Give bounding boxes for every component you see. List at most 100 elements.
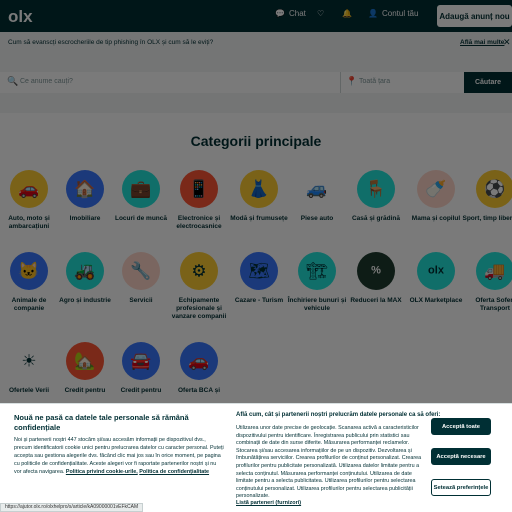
tractor-icon: 🚜 bbox=[66, 252, 104, 290]
chair-icon: 🪑 bbox=[357, 170, 395, 208]
account-link[interactable]: 👤 Contul tău bbox=[368, 9, 418, 18]
stroller-icon: 🍼 bbox=[417, 170, 455, 208]
cookie-title: Nouă ne pasă ca datele tale personale să… bbox=[14, 413, 189, 432]
category-label: Casă și grădină bbox=[351, 215, 401, 222]
category-glyph: % bbox=[371, 264, 381, 277]
category-label: Servicii bbox=[129, 297, 153, 304]
category-item[interactable]: 🚗 Oferta BCA și bbox=[166, 342, 232, 395]
category-item[interactable]: 🏗 Închiriere bunuri și vehicule bbox=[284, 252, 350, 313]
tools-icon: 🔧 bbox=[122, 252, 160, 290]
category-glyph: 🏠 bbox=[74, 179, 96, 199]
phishing-promo-strip: Cum să evanscți escrocheriile de tip phi… bbox=[0, 32, 512, 53]
privacy-policy-link[interactable]: Politica de confidențialitate bbox=[139, 469, 209, 475]
search-icon: 🔍 bbox=[7, 76, 19, 86]
category-label: Locuri de muncă bbox=[114, 215, 167, 222]
category-glyph: 🚚 bbox=[484, 261, 506, 281]
top-header: olx 💬 Chat ♡ 🔔 👤 Contul tău Adaugă anunț… bbox=[0, 0, 512, 32]
category-item[interactable]: 🔧 Servicii bbox=[108, 252, 174, 305]
truck-icon: 🚚 bbox=[476, 252, 512, 290]
category-label: Piese auto bbox=[300, 215, 334, 222]
category-glyph: 📱 bbox=[188, 179, 210, 199]
category-glyph: 🚙 bbox=[306, 179, 328, 199]
accept-necessary-button[interactable]: Acceptă necesare bbox=[431, 448, 491, 465]
olx-logo[interactable]: olx bbox=[8, 7, 33, 27]
category-glyph: 🐱 bbox=[18, 261, 40, 281]
category-label: Modă și frumusețe bbox=[230, 215, 288, 222]
category-item[interactable]: 🚚 Oferta Soferi Transport bbox=[462, 252, 512, 313]
category-glyph: 🏗 bbox=[306, 261, 328, 281]
favorites-heart-icon[interactable]: ♡ bbox=[317, 9, 324, 18]
location-input[interactable]: 📍 Toată țara bbox=[340, 72, 464, 93]
category-label: Echipamente profesionale și vanzare comp… bbox=[171, 297, 227, 320]
page-title: Categorii principale bbox=[190, 133, 322, 149]
chat-label: Chat bbox=[288, 9, 306, 18]
search-input[interactable]: 🔍 Ce anume cauți? bbox=[0, 72, 340, 93]
category-glyph: ⚙ bbox=[191, 261, 207, 281]
category-glyph: olx bbox=[428, 264, 444, 277]
bca-icon: 🚗 bbox=[180, 342, 218, 380]
category-item[interactable]: 🪑 Casă și grădină bbox=[343, 170, 409, 223]
olx-marketplace-icon: olx bbox=[417, 252, 455, 290]
partners-list-link[interactable]: Listă parteneri (furnizori) bbox=[236, 500, 301, 506]
category-item[interactable]: 📱 Electronice și electrocasnice bbox=[166, 170, 232, 231]
cookie-policy-link[interactable]: Politica privind cookie-urile, bbox=[66, 469, 138, 475]
category-glyph: 🍼 bbox=[425, 179, 447, 199]
set-preferences-button[interactable]: Setează preferințele bbox=[431, 479, 491, 496]
search-button[interactable]: Căutare bbox=[464, 72, 512, 93]
category-glyph: 🚗 bbox=[18, 179, 40, 199]
notifications-bell-icon[interactable]: 🔔 bbox=[342, 9, 352, 18]
category-item[interactable]: 💼 Locuri de muncă bbox=[108, 170, 174, 223]
vehicle-credit-icon: 🚘 bbox=[122, 342, 160, 380]
category-glyph: 💼 bbox=[130, 179, 152, 199]
location-placeholder: Toată țara bbox=[359, 78, 391, 85]
promo-more-link[interactable]: Află mai multe bbox=[460, 39, 504, 46]
category-glyph: 👗 bbox=[248, 179, 270, 199]
house-credit-icon: 🏡 bbox=[66, 342, 104, 380]
category-item[interactable]: % Reduceri la MAX bbox=[343, 252, 409, 305]
cat-icon: 🐱 bbox=[10, 252, 48, 290]
category-label: Electronice și electrocasnice bbox=[176, 215, 222, 230]
category-glyph: 🚘 bbox=[130, 351, 152, 371]
category-glyph: ⚽ bbox=[484, 179, 506, 199]
category-item[interactable]: 🍼 Mama și copilul bbox=[403, 170, 469, 223]
category-label: Închiriere bunuri și vehicule bbox=[287, 297, 347, 312]
category-label: Oferta Soferi Transport bbox=[475, 297, 512, 312]
category-label: Reduceri la MAX bbox=[350, 297, 402, 304]
cookie-consent-banner: Nouă ne pasă ca datele tale personale să… bbox=[0, 403, 512, 512]
category-glyph: 🚗 bbox=[188, 351, 210, 371]
category-glyph: 🪑 bbox=[365, 179, 387, 199]
category-glyph: 🔧 bbox=[130, 261, 152, 281]
map-icon: 🗺 bbox=[240, 252, 278, 290]
category-item[interactable]: ⚙ Echipamente profesionale și vanzare com… bbox=[166, 252, 232, 321]
house-icon: 🏠 bbox=[66, 170, 104, 208]
discount-icon: % bbox=[357, 252, 395, 290]
cookie-purposes-text: Utilizarea unor date precise de geolocaț… bbox=[236, 425, 422, 500]
promo-question: Cum să evanscți escrocheriile de tip phi… bbox=[8, 39, 214, 46]
close-icon[interactable]: ✕ bbox=[503, 37, 511, 48]
category-label: Credit pentru bbox=[120, 387, 162, 394]
category-item[interactable]: 🗺 Cazare - Turism bbox=[226, 252, 292, 305]
chat-icon: 💬 bbox=[275, 9, 285, 18]
equipment-icon: ⚙ bbox=[180, 252, 218, 290]
briefcase-icon: 💼 bbox=[122, 170, 160, 208]
status-bar-url: https://ajutor.olx.ro/olxhelpro/s/articl… bbox=[0, 503, 144, 512]
accept-all-button[interactable]: Acceptă toate bbox=[431, 418, 491, 435]
category-item[interactable]: 🚙 Piese auto bbox=[284, 170, 350, 223]
category-item[interactable]: 👗 Modă și frumusețe bbox=[226, 170, 292, 223]
user-icon: 👤 bbox=[368, 9, 378, 18]
chat-link[interactable]: 💬 Chat bbox=[275, 9, 306, 18]
summer-offers-icon: ☀ bbox=[10, 342, 48, 380]
category-label: Sport, timp liber, artă bbox=[462, 215, 512, 222]
category-label: OLX Marketplace bbox=[409, 297, 463, 304]
category-glyph: 🗺 bbox=[248, 261, 270, 281]
account-label: Contul tău bbox=[381, 9, 419, 18]
search-placeholder: Ce anume cauți? bbox=[20, 78, 73, 85]
category-glyph: 🏡 bbox=[74, 351, 96, 371]
category-glyph: ☀ bbox=[21, 351, 37, 371]
category-glyph: 🚜 bbox=[74, 261, 96, 281]
category-item[interactable]: 🚘 Credit pentru bbox=[108, 342, 174, 395]
category-label: Mama și copilul bbox=[411, 215, 461, 222]
category-item[interactable]: olx OLX Marketplace bbox=[403, 252, 469, 305]
category-item[interactable]: ⚽ Sport, timp liber, artă bbox=[462, 170, 512, 223]
post-ad-button[interactable]: Adaugă anunț nou bbox=[437, 5, 512, 27]
